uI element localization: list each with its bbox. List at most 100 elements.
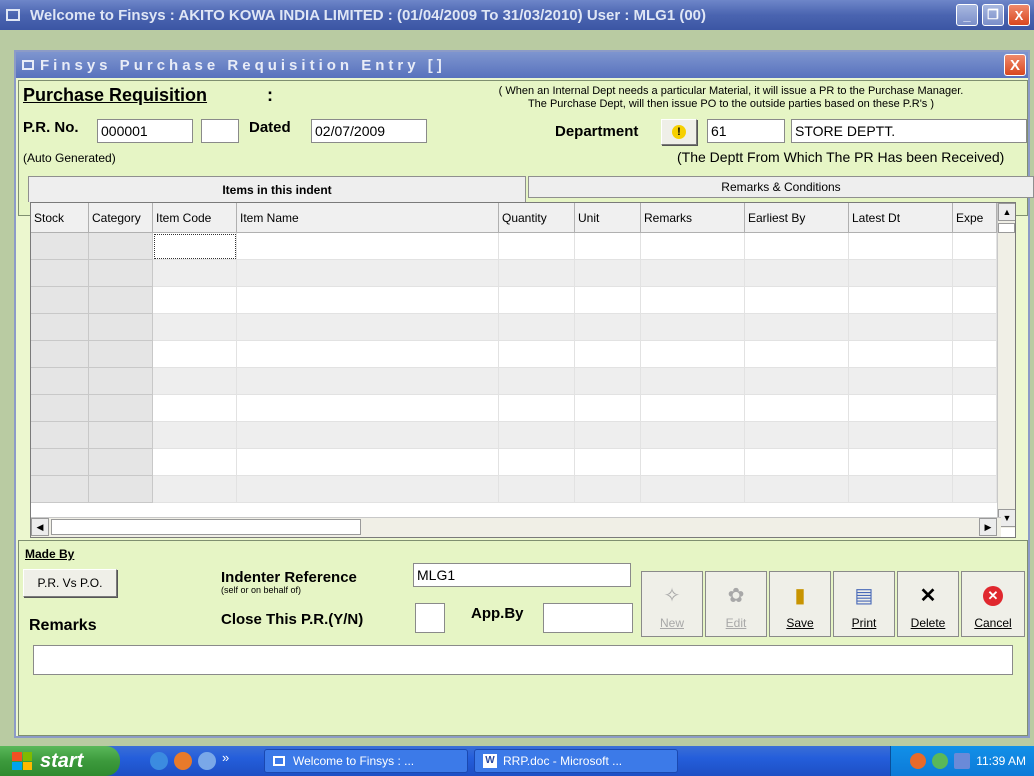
- department-lookup-button[interactable]: !: [661, 119, 697, 145]
- tab-items-in-indent[interactable]: Items in this indent: [28, 176, 526, 202]
- grid-cell[interactable]: [31, 314, 89, 341]
- grid-cell[interactable]: [153, 395, 237, 422]
- pr-no-suffix-field[interactable]: [201, 119, 239, 143]
- grid-cell[interactable]: [153, 422, 237, 449]
- grid-cell[interactable]: [499, 422, 575, 449]
- grid-cell[interactable]: [641, 314, 745, 341]
- grid-cell[interactable]: [745, 422, 849, 449]
- grid-cell[interactable]: [575, 395, 641, 422]
- grid-cell[interactable]: [745, 260, 849, 287]
- col-item-name[interactable]: Item Name: [237, 203, 499, 233]
- grid-cell[interactable]: [575, 476, 641, 503]
- pr-vs-po-button[interactable]: P.R. Vs P.O.: [23, 569, 117, 597]
- grid-cell[interactable]: [499, 476, 575, 503]
- grid-cell[interactable]: [849, 476, 953, 503]
- grid-cell[interactable]: [745, 449, 849, 476]
- grid-cell[interactable]: [89, 422, 153, 449]
- grid-cell[interactable]: [849, 233, 953, 260]
- grid-cell[interactable]: [499, 233, 575, 260]
- grid-cell[interactable]: [575, 368, 641, 395]
- main-window-title-bar[interactable]: Welcome to Finsys : AKITO KOWA INDIA LIM…: [0, 0, 1034, 30]
- restore-button[interactable]: ❐: [982, 4, 1004, 26]
- grid-cell[interactable]: [641, 260, 745, 287]
- department-name-field[interactable]: STORE DEPTT.: [791, 119, 1027, 143]
- edit-button[interactable]: ✿ Edit: [705, 571, 767, 637]
- grid-cell[interactable]: [89, 287, 153, 314]
- items-grid[interactable]: Stock Category Item Code Item Name Quant…: [30, 202, 1016, 538]
- table-row[interactable]: [31, 233, 997, 260]
- grid-cell[interactable]: [153, 287, 237, 314]
- indenter-reference-field[interactable]: MLG1: [413, 563, 631, 587]
- table-row[interactable]: [31, 368, 997, 395]
- grid-cell[interactable]: [849, 260, 953, 287]
- table-row[interactable]: [31, 449, 997, 476]
- grid-cell[interactable]: [89, 233, 153, 260]
- grid-cell[interactable]: [849, 368, 953, 395]
- col-remarks[interactable]: Remarks: [641, 203, 745, 233]
- grid-cell[interactable]: [499, 260, 575, 287]
- grid-cell[interactable]: [745, 395, 849, 422]
- grid-cell[interactable]: [641, 368, 745, 395]
- print-button[interactable]: ▤ Print: [833, 571, 895, 637]
- grid-cell[interactable]: [31, 341, 89, 368]
- grid-cell[interactable]: [237, 341, 499, 368]
- grid-cell[interactable]: [745, 341, 849, 368]
- grid-cell[interactable]: [237, 449, 499, 476]
- grid-cell[interactable]: [499, 368, 575, 395]
- scroll-up-icon[interactable]: ▲: [998, 203, 1015, 221]
- minimize-button[interactable]: _: [956, 4, 978, 26]
- dated-field[interactable]: 02/07/2009: [311, 119, 427, 143]
- grid-cell[interactable]: [31, 260, 89, 287]
- form-title-bar[interactable]: Finsys Purchase Requisition Entry []: [16, 52, 1028, 78]
- grid-cell[interactable]: [953, 368, 997, 395]
- grid-cell[interactable]: [153, 476, 237, 503]
- grid-cell[interactable]: [237, 260, 499, 287]
- grid-cell[interactable]: [953, 476, 997, 503]
- grid-cell[interactable]: [745, 314, 849, 341]
- grid-cell[interactable]: [153, 260, 237, 287]
- grid-cell[interactable]: [237, 476, 499, 503]
- grid-cell[interactable]: [849, 449, 953, 476]
- grid-cell[interactable]: [575, 233, 641, 260]
- col-expected[interactable]: Expe: [953, 203, 997, 233]
- tray-network-icon[interactable]: [932, 753, 949, 769]
- table-row[interactable]: [31, 422, 997, 449]
- vertical-scroll-thumb[interactable]: [998, 223, 1015, 233]
- grid-cell[interactable]: [89, 260, 153, 287]
- pr-no-field[interactable]: 000001: [97, 119, 193, 143]
- grid-cell[interactable]: [237, 314, 499, 341]
- grid-cell[interactable]: [575, 260, 641, 287]
- new-button[interactable]: ✧ New: [641, 571, 703, 637]
- close-pr-field[interactable]: [415, 603, 445, 633]
- grid-cell[interactable]: [237, 233, 499, 260]
- grid-cell[interactable]: [89, 368, 153, 395]
- grid-cell[interactable]: [499, 341, 575, 368]
- grid-cell[interactable]: [89, 476, 153, 503]
- grid-cell[interactable]: [953, 260, 997, 287]
- grid-cell[interactable]: [953, 422, 997, 449]
- app-by-field[interactable]: [543, 603, 633, 633]
- col-quantity[interactable]: Quantity: [499, 203, 575, 233]
- grid-cell[interactable]: [237, 368, 499, 395]
- table-row[interactable]: [31, 287, 997, 314]
- grid-cell[interactable]: [849, 314, 953, 341]
- horizontal-scrollbar[interactable]: ◀ ▶: [31, 517, 1001, 537]
- col-item-code[interactable]: Item Code: [153, 203, 237, 233]
- grid-cell[interactable]: [499, 449, 575, 476]
- grid-cell[interactable]: [953, 233, 997, 260]
- grid-cell[interactable]: [641, 422, 745, 449]
- table-row[interactable]: [31, 395, 997, 422]
- grid-cell[interactable]: [641, 233, 745, 260]
- cancel-button[interactable]: ✕ Cancel: [961, 571, 1025, 637]
- grid-cell[interactable]: [849, 287, 953, 314]
- grid-cell[interactable]: [575, 422, 641, 449]
- grid-cell[interactable]: [575, 341, 641, 368]
- grid-cell[interactable]: [153, 341, 237, 368]
- taskbar-item-word[interactable]: W RRP.doc - Microsoft ...: [474, 749, 678, 773]
- grid-cell[interactable]: [641, 395, 745, 422]
- close-window-button[interactable]: X: [1008, 4, 1030, 26]
- grid-cell[interactable]: [237, 395, 499, 422]
- grid-cell[interactable]: [849, 422, 953, 449]
- grid-cell[interactable]: [575, 449, 641, 476]
- quicklaunch-more-icon[interactable]: »: [222, 750, 229, 765]
